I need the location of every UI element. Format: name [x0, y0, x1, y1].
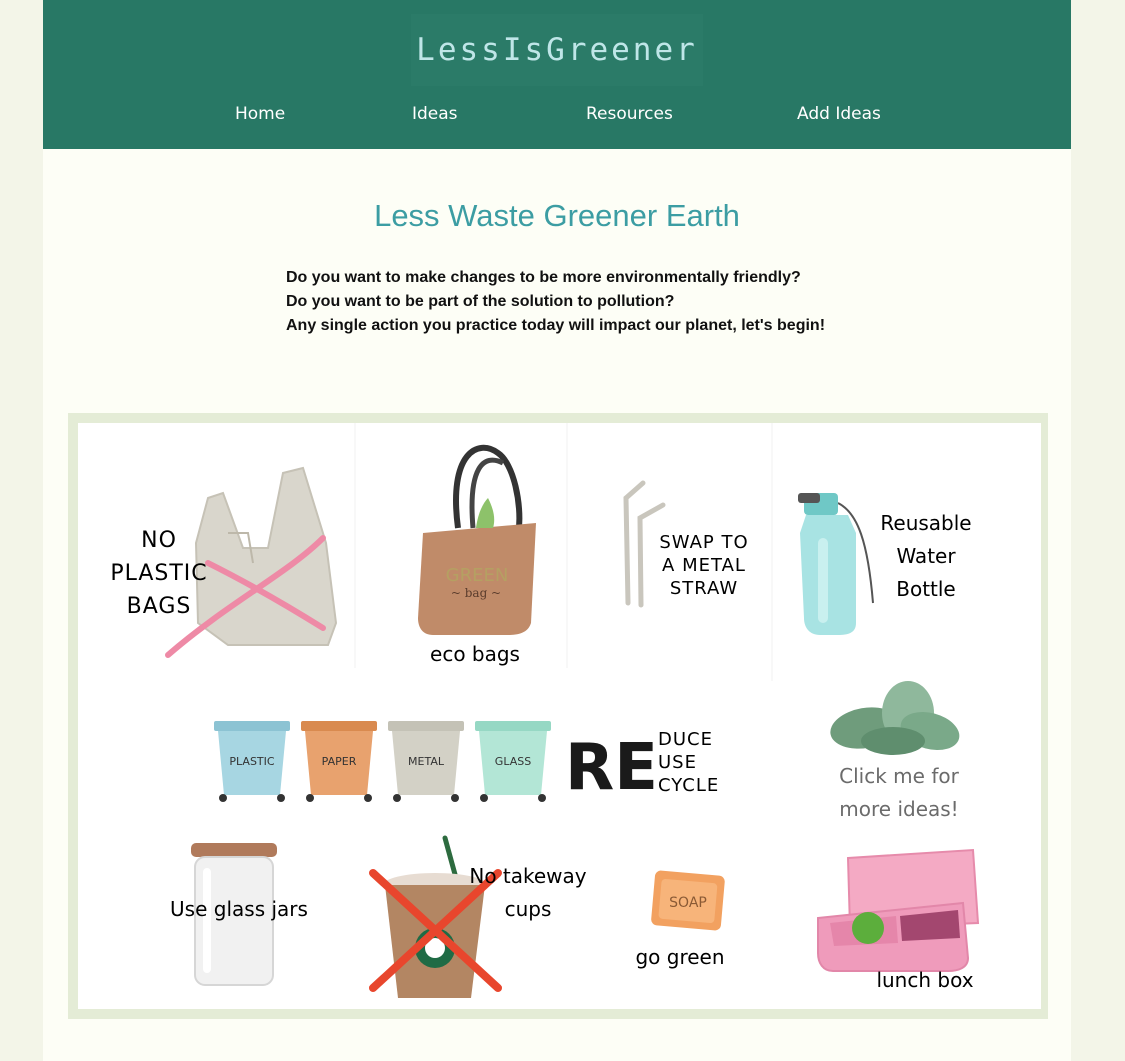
- bottle-text-2: Water: [896, 544, 956, 568]
- go-green-label: go green: [635, 945, 724, 969]
- intro-line: Any single action you practice today wil…: [286, 317, 826, 334]
- straw-text-2: A METAL: [662, 555, 746, 576]
- click-more-text-1[interactable]: Click me for: [839, 764, 959, 788]
- metal-straw-icon: [623, 480, 666, 608]
- straw-text-3: STRAW: [670, 578, 738, 599]
- takeaway-text-2: cups: [505, 897, 552, 921]
- water-bottle-icon: [798, 493, 874, 635]
- bin-label-paper: PAPER: [322, 755, 357, 768]
- eco-bag-icon: [418, 444, 536, 635]
- nav-home-link[interactable]: Home: [235, 104, 285, 124]
- re-big-text: RE: [565, 731, 658, 805]
- bin-label-plastic: PLASTIC: [229, 755, 274, 768]
- bin-label-metal: METAL: [408, 755, 445, 768]
- bottle-text-1: Reusable: [880, 511, 971, 535]
- intro-line: Do you want to make changes to be more e…: [286, 269, 801, 286]
- bag-text-bag: ~ bag ~: [451, 586, 501, 600]
- re-word-1: DUCE: [658, 729, 713, 750]
- eco-bags-label: eco bags: [430, 642, 520, 666]
- no-plastic-text-1: NO: [141, 528, 177, 553]
- site-header: LessIsGreener Home Ideas Resources Add I…: [43, 0, 1071, 149]
- site-logo[interactable]: LessIsGreener: [411, 14, 703, 86]
- ideas-poster[interactable]: NO PLASTIC BAGS GREEN ~ bag ~ eco bags S…: [78, 423, 1041, 1009]
- takeaway-cup-icon: [383, 835, 487, 998]
- page: LessIsGreener Home Ideas Resources Add I…: [43, 0, 1071, 1061]
- re-word-2: USE: [658, 752, 697, 773]
- ideas-poster-graphic: NO PLASTIC BAGS GREEN ~ bag ~ eco bags S…: [110, 423, 980, 998]
- takeaway-text-1: No takeway: [469, 864, 586, 888]
- nav-add-ideas-link[interactable]: Add Ideas: [797, 104, 881, 124]
- lunch-box-label: lunch box: [876, 968, 973, 992]
- glass-jars-label: Use glass jars: [170, 897, 308, 921]
- leaves-icon[interactable]: [827, 681, 964, 756]
- page-title: Less Waste Greener Earth: [374, 198, 740, 233]
- click-more-text-2[interactable]: more ideas!: [839, 797, 958, 821]
- bottle-text-3: Bottle: [896, 577, 956, 601]
- no-plastic-text-2: PLASTIC: [110, 561, 207, 586]
- no-plastic-text-3: BAGS: [127, 594, 192, 619]
- soap-text: SOAP: [669, 895, 707, 911]
- lunch-box-icon: [817, 848, 980, 972]
- straw-text-1: SWAP TO: [659, 532, 748, 553]
- bag-text-green: GREEN: [446, 565, 509, 586]
- nav-ideas-link[interactable]: Ideas: [412, 104, 458, 124]
- nav-resources-link[interactable]: Resources: [586, 104, 673, 124]
- ideas-poster-frame: NO PLASTIC BAGS GREEN ~ bag ~ eco bags S…: [68, 413, 1048, 1019]
- re-word-3: CYCLE: [658, 775, 719, 796]
- bin-label-glass: GLASS: [495, 755, 531, 768]
- intro-line: Do you want to be part of the solution t…: [286, 293, 675, 310]
- intro-text: Do you want to make changes to be more e…: [286, 266, 886, 338]
